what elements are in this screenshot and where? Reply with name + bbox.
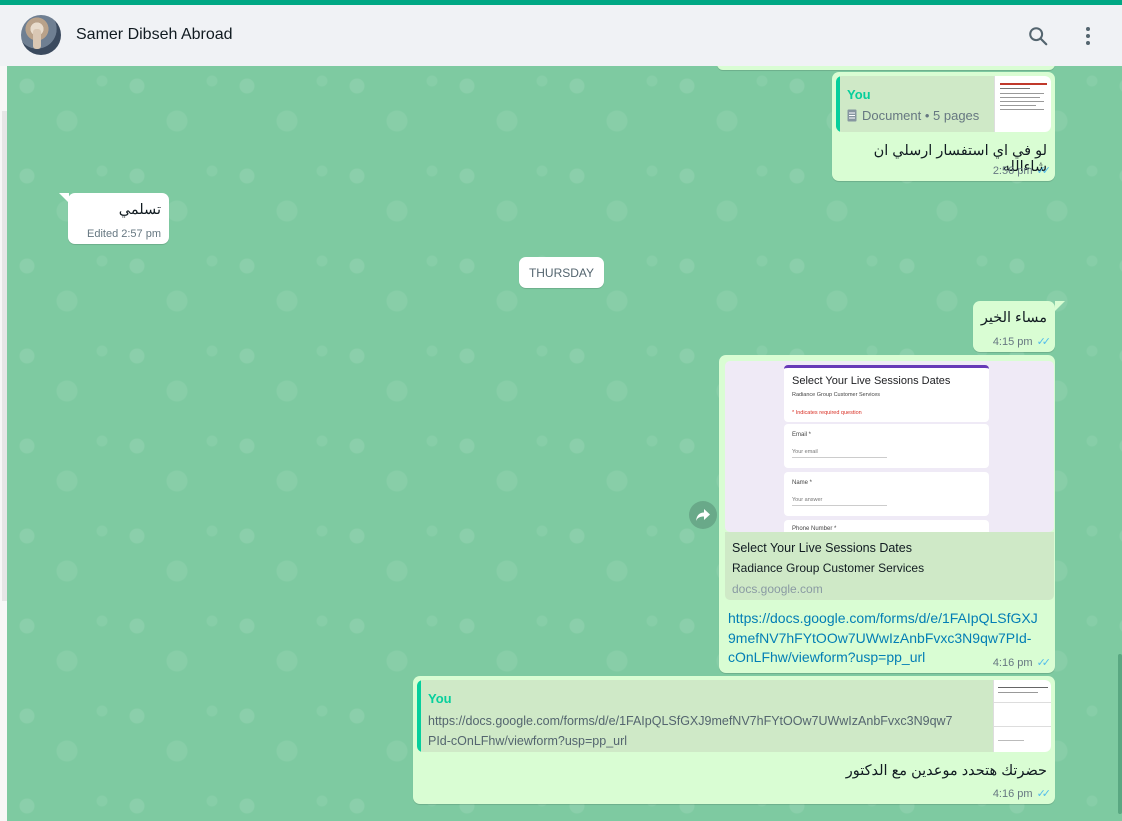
message-meta: 2:56 pm ✓✓	[992, 164, 1052, 178]
message-text: حضرتك هتحدد موعدين مع الدكتور	[845, 763, 1047, 779]
preview-title: Select Your Live Sessions Dates	[732, 541, 912, 555]
message-meta: 4:16 pm ✓✓	[992, 787, 1052, 801]
more-vertical-icon	[1086, 27, 1090, 45]
message-link[interactable]: https://docs.google.com/forms/d/e/1FAIpQ…	[728, 609, 1038, 668]
menu-button[interactable]	[1073, 21, 1103, 51]
quoted-document[interactable]: You Document • 5 pages	[836, 76, 1051, 132]
double-check-icon: ✓✓	[1036, 657, 1052, 669]
quote-text: https://docs.google.com/forms/d/e/1FAIpQ…	[428, 714, 953, 748]
quoted-link[interactable]: You https://docs.google.com/forms/d/e/1F…	[417, 680, 1051, 752]
chat-header[interactable]: Samer Dibseh Abroad	[7, 5, 1122, 67]
quote-author: You	[847, 87, 871, 102]
double-check-icon: ✓✓	[1036, 165, 1052, 177]
message-text: مساء الخير	[980, 310, 1047, 326]
message-meta: 4:15 pm ✓✓	[992, 335, 1052, 349]
message-text: تسلمي	[118, 202, 161, 218]
document-icon	[847, 109, 857, 122]
message-meta: 4:16 pm ✓✓	[992, 656, 1052, 670]
sidebar-edge	[0, 66, 7, 821]
document-thumbnail	[994, 76, 1051, 132]
message-bubble-outgoing[interactable]: مساء الخير 4:15 pm ✓✓	[973, 301, 1055, 352]
forward-button[interactable]	[689, 501, 717, 529]
message-bubble-link[interactable]: Select Your Live Sessions Dates Radiance…	[719, 355, 1055, 673]
message-bubble-partial	[717, 66, 1055, 70]
chat-area[interactable]: You Document • 5 pages لو في اي استفسار …	[7, 66, 1122, 821]
search-button[interactable]	[1023, 21, 1053, 51]
preview-description: Radiance Group Customer Services	[732, 561, 925, 575]
link-preview-image[interactable]: Select Your Live Sessions Dates Radiance…	[725, 361, 1054, 532]
double-check-icon: ✓✓	[1036, 336, 1052, 348]
link-preview-info[interactable]: Select Your Live Sessions Dates Radiance…	[725, 532, 1054, 600]
contact-avatar[interactable]	[21, 15, 61, 55]
day-separator: THURSDAY	[519, 257, 604, 288]
bubble-tail	[1055, 301, 1065, 311]
message-bubble-incoming[interactable]: تسلمي Edited 2:57 pm	[68, 193, 169, 244]
quote-author: You	[428, 691, 452, 706]
scrollbar[interactable]	[1118, 654, 1122, 814]
message-bubble-outgoing[interactable]: You Document • 5 pages لو في اي استفسار …	[832, 72, 1055, 181]
search-icon	[1029, 27, 1048, 46]
forward-icon	[696, 509, 710, 521]
document-info: Document • 5 pages	[847, 108, 979, 123]
message-meta: Edited 2:57 pm	[87, 228, 161, 240]
contact-name[interactable]: Samer Dibseh Abroad	[76, 26, 233, 44]
preview-domain: docs.google.com	[732, 582, 823, 596]
quote-thumbnail	[993, 680, 1051, 752]
message-bubble-reply[interactable]: You https://docs.google.com/forms/d/e/1F…	[413, 676, 1055, 804]
double-check-icon: ✓✓	[1036, 788, 1052, 800]
